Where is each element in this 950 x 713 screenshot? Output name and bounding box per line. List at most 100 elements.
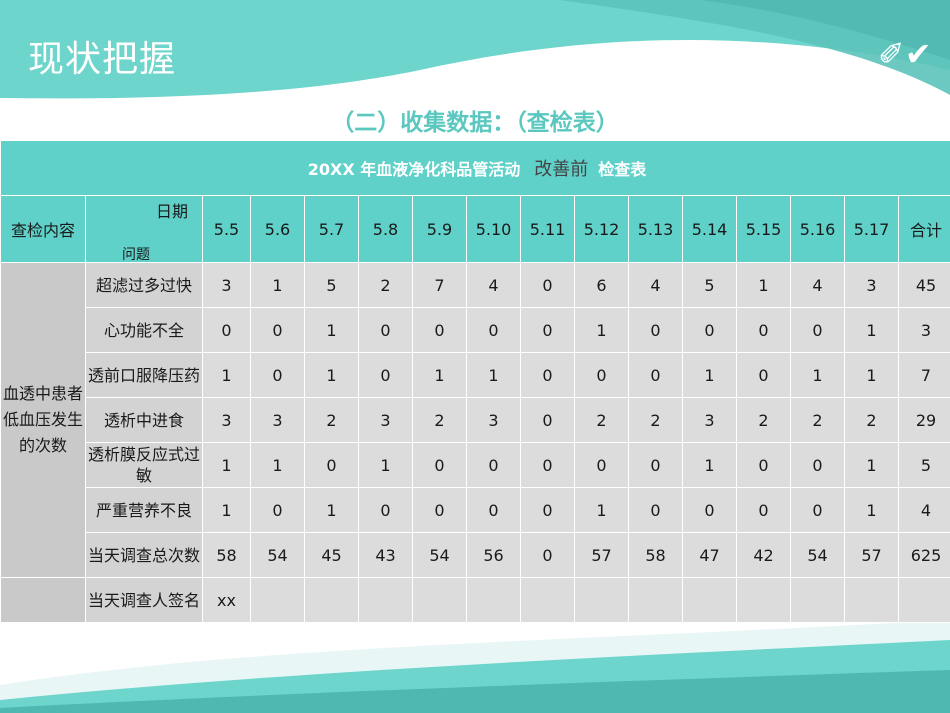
value-cell: 0	[736, 307, 791, 353]
signature-empty-cell	[304, 577, 359, 623]
value-cell: 0	[736, 487, 791, 533]
table-title-suffix: 检查表	[598, 160, 647, 179]
signature-empty-cell	[736, 577, 791, 623]
issue-cell: 透析膜反应式过敏	[85, 442, 203, 488]
value-cell: 1	[844, 352, 899, 398]
value-cell: 0	[202, 307, 251, 353]
signature-empty-cell	[790, 577, 845, 623]
value-cell: 1	[250, 262, 305, 308]
value-cell: 2	[844, 397, 899, 443]
value-cell: 57	[844, 532, 899, 578]
value-cell: 2	[412, 397, 467, 443]
header-date-7: 5.12	[574, 195, 629, 263]
value-cell: 1	[304, 307, 359, 353]
signature-empty-cell	[628, 577, 683, 623]
value-cell: 0	[520, 262, 575, 308]
value-cell: 0	[682, 487, 737, 533]
value-cell: 2	[304, 397, 359, 443]
signature-empty-cell	[844, 577, 899, 623]
value-cell: 0	[790, 487, 845, 533]
value-cell: 5	[897, 442, 950, 488]
value-cell: 0	[628, 442, 683, 488]
value-cell: 54	[412, 532, 467, 578]
issue-cell: 当天调查总次数	[85, 532, 203, 578]
signature-empty-cell	[466, 577, 521, 623]
table-title-accent: 改善前	[534, 159, 589, 180]
value-cell: 1	[202, 442, 251, 488]
value-cell: 1	[844, 487, 899, 533]
header-check-content: 查检内容	[0, 195, 86, 263]
table-row: 血透中患者低血压发生的次数 超滤过多过快 3 1 5 2 7 4 0 6 4 5 1 4 3 45	[0, 262, 950, 578]
value-cell: 0	[628, 487, 683, 533]
value-cell: 7	[897, 352, 950, 398]
header-date-label: 日期	[155, 202, 188, 221]
signature-value-cell: xx	[202, 577, 251, 623]
header-date-0: 5.5	[202, 195, 251, 263]
pencil-check-icon: ✐✔	[878, 35, 932, 73]
value-cell: 1	[202, 352, 251, 398]
value-cell: 4	[628, 262, 683, 308]
value-cell: 1	[574, 307, 629, 353]
value-cell: 0	[790, 307, 845, 353]
value-cell: 0	[520, 397, 575, 443]
value-cell: 0	[574, 442, 629, 488]
signature-empty-cell	[682, 577, 737, 623]
value-cell: 4	[897, 487, 950, 533]
value-cell: 1	[844, 442, 899, 488]
table-row: 透前口服降压药 1 0 1 0 1 1 0 0 0 1 0 1 1 7	[1, 352, 950, 398]
value-cell: 0	[250, 352, 305, 398]
value-cell: 54	[250, 532, 305, 578]
header-date-4: 5.9	[412, 195, 467, 263]
value-cell: 0	[358, 352, 413, 398]
category-cell: 血透中患者低血压发生的次数	[0, 262, 86, 578]
value-cell: 1	[466, 352, 521, 398]
value-cell: 47	[682, 532, 737, 578]
check-sheet-table: 20XX 年血液净化科品管活动 改善前 检查表 查检内容 日期 问题 5.5 5.6 5…	[0, 140, 950, 623]
signature-empty-cell	[358, 577, 413, 623]
value-cell: 0	[790, 442, 845, 488]
header-issue-label: 问题	[122, 247, 150, 263]
value-cell: 1	[202, 487, 251, 533]
header-date-5: 5.10	[466, 195, 521, 263]
value-cell: 3	[358, 397, 413, 443]
signature-row: 当天调查人签名 xx	[0, 577, 950, 623]
value-cell: 0	[736, 442, 791, 488]
value-cell: 1	[736, 262, 791, 308]
value-cell: 0	[682, 307, 737, 353]
value-cell: 0	[736, 352, 791, 398]
value-cell: 2	[790, 397, 845, 443]
value-cell: 0	[466, 487, 521, 533]
header-date-2: 5.7	[304, 195, 359, 263]
value-cell: 0	[520, 532, 575, 578]
value-cell: 57	[574, 532, 629, 578]
signature-empty-cell	[574, 577, 629, 623]
value-cell: 4	[790, 262, 845, 308]
issue-cell: 超滤过多过快	[85, 262, 203, 308]
value-cell: 0	[466, 307, 521, 353]
value-cell: 3	[250, 397, 305, 443]
value-cell: 0	[520, 352, 575, 398]
value-cell: 0	[412, 487, 467, 533]
value-cell: 0	[520, 487, 575, 533]
value-cell: 0	[628, 307, 683, 353]
value-cell: 0	[412, 307, 467, 353]
value-cell: 1	[574, 487, 629, 533]
value-cell: 5	[682, 262, 737, 308]
issue-cell: 心功能不全	[85, 307, 203, 353]
table-row: 严重营养不良 1 0 1 0 0 0 0 1 0 0 0 0 1 4	[1, 487, 950, 533]
value-cell: 3	[202, 262, 251, 308]
value-cell: 1	[304, 352, 359, 398]
value-cell: 2	[574, 397, 629, 443]
signature-empty-cell	[250, 577, 305, 623]
value-cell: 0	[304, 442, 359, 488]
header-date-6: 5.11	[520, 195, 575, 263]
value-cell: 3	[202, 397, 251, 443]
header-diagonal-cell: 日期 问题	[85, 195, 203, 263]
value-cell: 58	[628, 532, 683, 578]
value-cell: 1	[250, 442, 305, 488]
value-cell: 1	[790, 352, 845, 398]
value-cell: 0	[520, 442, 575, 488]
signature-empty-cell	[520, 577, 575, 623]
header-date-3: 5.8	[358, 195, 413, 263]
value-cell: 0	[520, 307, 575, 353]
